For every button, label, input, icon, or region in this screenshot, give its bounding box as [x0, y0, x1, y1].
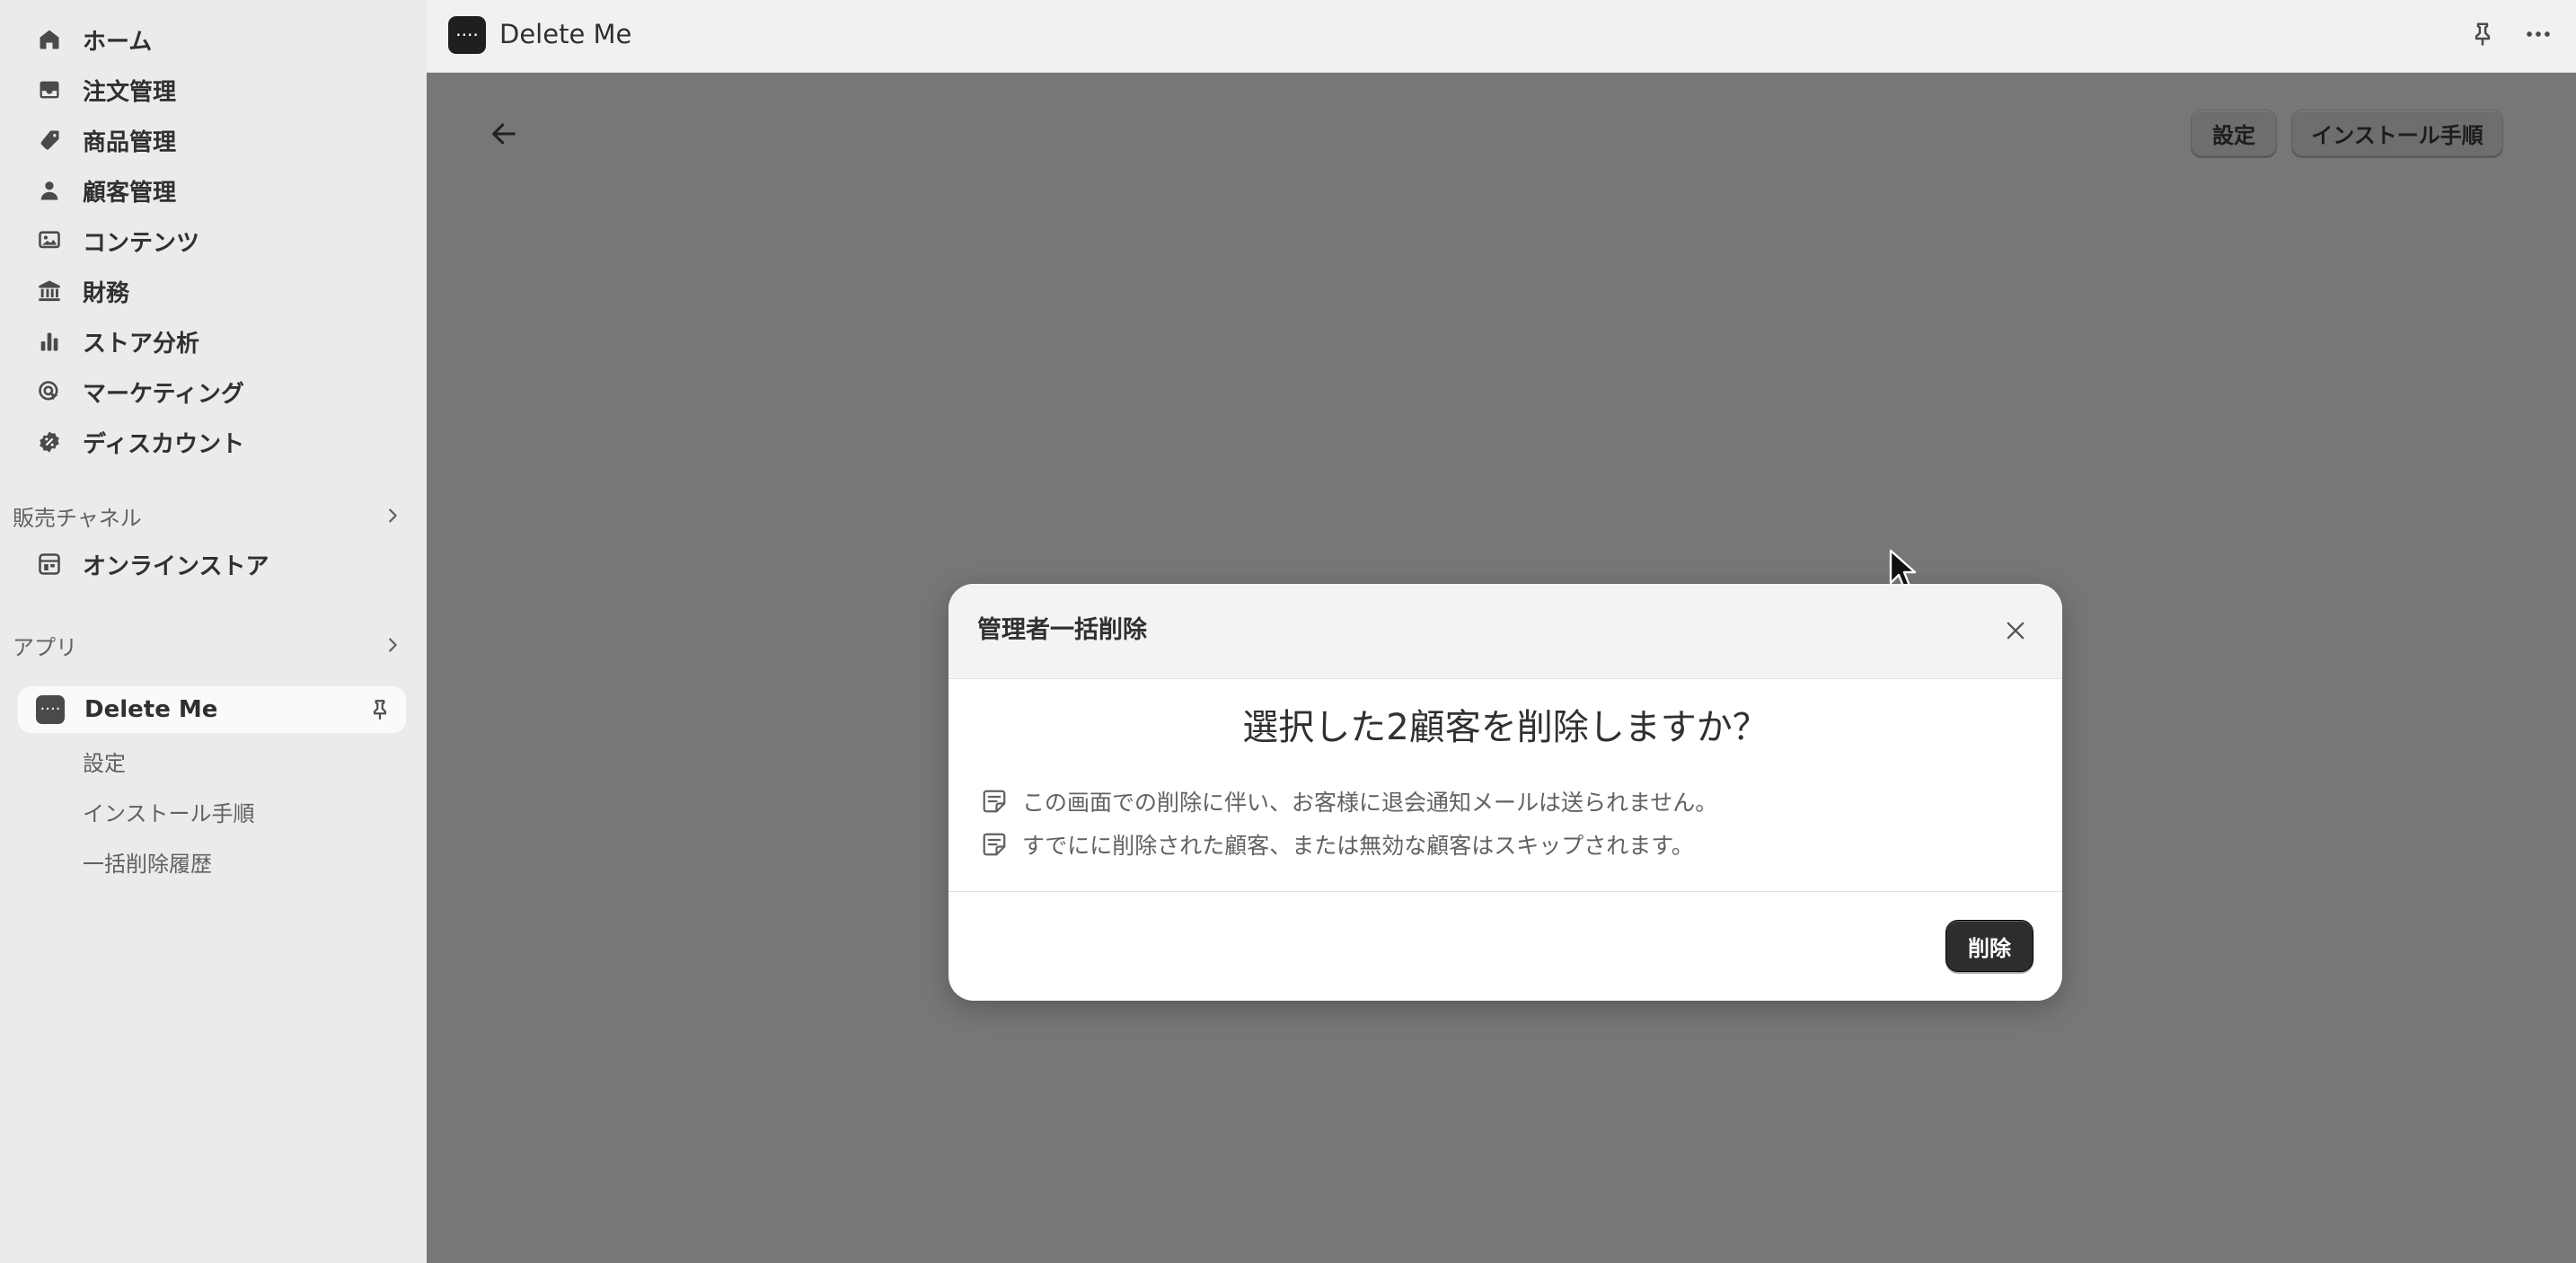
- bulk-delete-modal: 管理者一括削除 選択した2顧客を削除しますか？ この画面での削除に伴い、お客様に…: [948, 584, 2062, 1001]
- sidebar-app-delete-me[interactable]: ···· Delete Me: [18, 686, 406, 733]
- nav-item-marketing[interactable]: マーケティング: [18, 370, 404, 413]
- install-guide-button[interactable]: インストール手順: [2291, 110, 2503, 156]
- nav-label: 顧客管理: [83, 179, 177, 207]
- sidebar: ホーム 注文管理 商品管理 顧客管理 コンテンツ 財務 ストア分析 マーケティン…: [0, 0, 427, 1263]
- close-icon[interactable]: [1998, 613, 2033, 649]
- nav-label: コンテンツ: [83, 229, 200, 257]
- note-row: この画面での削除に伴い、お客様に退会通知メールは送られません。: [981, 783, 1717, 819]
- person-icon: [36, 177, 63, 204]
- nav-label: ストア分析: [83, 330, 200, 358]
- nav-item-finance[interactable]: 財務: [18, 269, 404, 313]
- modal-question: 選択した2顧客を削除しますか？: [1242, 707, 1769, 748]
- nav-item-content[interactable]: コンテンツ: [18, 219, 404, 262]
- section-title: アプリ: [13, 634, 77, 660]
- inbox-icon: [36, 76, 63, 103]
- nav-item-online-store[interactable]: オンラインストア: [18, 543, 404, 586]
- nav-item-discounts[interactable]: ディスカウント: [18, 420, 404, 464]
- nav-item-customers[interactable]: 顧客管理: [18, 169, 404, 212]
- nav-label: オンラインストア: [83, 552, 269, 580]
- nav-label: 財務: [83, 279, 130, 307]
- nav-label: ディスカウント: [83, 430, 245, 458]
- modal-title: 管理者一括削除: [977, 616, 1147, 644]
- note-row: すでにに削除された顧客、または無効な顧客はスキップされます。: [981, 826, 1694, 862]
- nav-label: 注文管理: [83, 78, 177, 106]
- note-text: この画面での削除に伴い、お客様に退会通知メールは送られません。: [1022, 790, 1718, 816]
- note-icon: [983, 833, 1006, 856]
- apps-header[interactable]: アプリ: [13, 627, 408, 663]
- back-arrow-icon[interactable]: [484, 114, 524, 154]
- sales-channels-header[interactable]: 販売チャネル: [13, 498, 408, 534]
- nav-label: ホーム: [83, 28, 153, 56]
- delete-button[interactable]: 削除: [1945, 920, 2033, 972]
- note-icon: [983, 790, 1006, 813]
- chevron-right-icon: [389, 638, 397, 652]
- sidebar-subitem-install-guide[interactable]: インストール手順: [83, 796, 255, 827]
- divider: [948, 891, 2062, 892]
- app-title: Delete Me: [499, 19, 632, 49]
- nav-label: マーケティング: [83, 380, 244, 408]
- chevron-right-icon: [389, 508, 397, 523]
- bar-chart-icon: [36, 328, 63, 355]
- pin-icon[interactable]: [366, 696, 393, 723]
- app-icon: ····: [36, 695, 65, 724]
- tag-icon: [36, 127, 63, 154]
- more-options-icon[interactable]: [2520, 18, 2556, 50]
- section-title: 販売チャネル: [13, 505, 142, 531]
- target-icon: [36, 378, 63, 405]
- nav-label: 商品管理: [83, 128, 177, 156]
- home-icon: [36, 26, 63, 53]
- nav-item-analytics[interactable]: ストア分析: [18, 320, 404, 363]
- nav-item-orders[interactable]: 注文管理: [18, 68, 404, 111]
- store-icon: [36, 551, 63, 578]
- sidebar-subitem-settings[interactable]: 設定: [83, 746, 126, 777]
- bank-icon: [36, 278, 63, 305]
- settings-button[interactable]: 設定: [2191, 110, 2277, 156]
- sidebar-subitem-bulk-delete-history[interactable]: 一括削除履歴: [83, 846, 212, 878]
- image-icon: [36, 227, 63, 254]
- app-icon: ····: [448, 16, 486, 54]
- pin-icon[interactable]: [2466, 18, 2499, 50]
- nav-item-products[interactable]: 商品管理: [18, 119, 404, 162]
- app-label: Delete Me: [84, 696, 218, 723]
- nav-item-home[interactable]: ホーム: [18, 18, 404, 61]
- app-topbar: ···· Delete Me: [427, 0, 2576, 73]
- modal-header: 管理者一括削除: [948, 584, 2062, 679]
- note-text: すでにに削除された顧客、または無効な顧客はスキップされます。: [1022, 833, 1694, 859]
- discount-icon: [36, 428, 63, 455]
